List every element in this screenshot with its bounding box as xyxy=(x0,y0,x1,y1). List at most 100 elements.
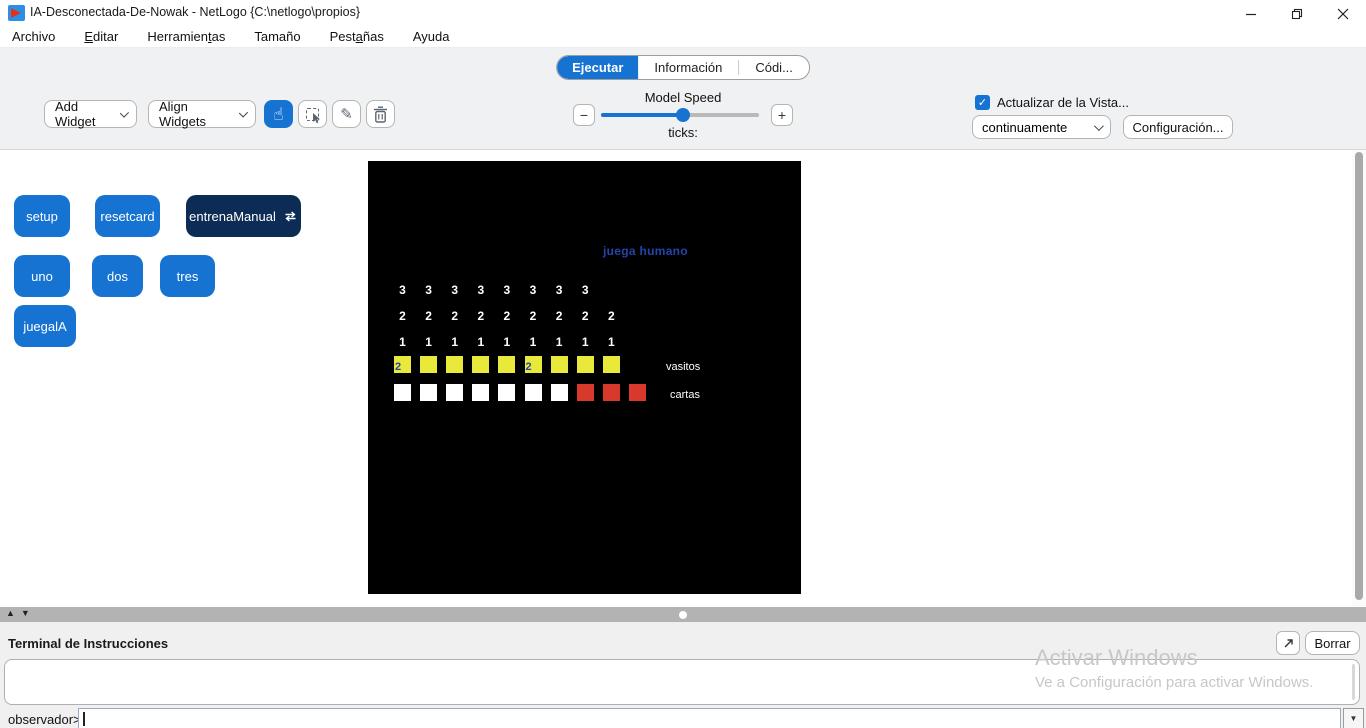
view-number-row-3: 3 xyxy=(582,283,589,297)
clear-terminal-button[interactable]: Borrar xyxy=(1305,631,1360,655)
menu-pestaas[interactable]: Pestañas xyxy=(330,29,384,44)
trash-icon xyxy=(373,106,388,123)
add-widget-dropdown[interactable]: Add Widget xyxy=(44,100,137,128)
scrollbar-thumb[interactable] xyxy=(1355,152,1363,600)
restore-button[interactable] xyxy=(1274,0,1320,28)
menu-herramientas[interactable]: Herramientas xyxy=(147,29,225,44)
menu-tamao[interactable]: Tamaño xyxy=(254,29,300,44)
view-number-row-3: 3 xyxy=(425,283,432,297)
view-number-row-2: 2 xyxy=(425,309,432,323)
view-updates-toggle[interactable]: ✓ Actualizar de la Vista... xyxy=(975,95,1129,110)
view-number-row-3: 3 xyxy=(451,283,458,297)
cartas-cell xyxy=(420,384,437,401)
terminal-splitter[interactable]: ▲▼ xyxy=(0,607,1366,622)
cartas-cell xyxy=(603,384,620,401)
menubar: Archivo Editar Herramientas Tamaño Pestañas A… xyxy=(0,26,1366,48)
terminal-title: Terminal de Instrucciones xyxy=(8,636,168,651)
export-output-button[interactable] xyxy=(1276,631,1300,655)
align-widgets-dropdown[interactable]: Align Widgets xyxy=(148,100,256,128)
view-number-row-3: 3 xyxy=(530,283,537,297)
cartas-cell xyxy=(394,384,411,401)
minimize-button[interactable] xyxy=(1228,0,1274,28)
cartas-cell xyxy=(472,384,489,401)
export-arrow-icon xyxy=(1282,637,1295,650)
caret-down-icon: ▼ xyxy=(1350,714,1358,723)
vasitos-cell xyxy=(472,356,489,373)
minimize-icon xyxy=(1245,8,1257,20)
view-number-row-2: 2 xyxy=(582,309,589,323)
model-speed-slider[interactable] xyxy=(601,113,759,117)
update-mode-value: continuamente xyxy=(982,120,1067,135)
cartas-cell xyxy=(577,384,594,401)
dos-button[interactable]: dos xyxy=(92,255,143,297)
text-caret xyxy=(83,712,85,726)
menu-ayuda[interactable]: Ayuda xyxy=(413,29,450,44)
command-history-button[interactable]: ▼ xyxy=(1343,708,1364,728)
setup-button[interactable]: setup xyxy=(14,195,70,237)
tres-button[interactable]: tres xyxy=(160,255,215,297)
terminal-output-area[interactable] xyxy=(4,659,1360,705)
select-tool-button[interactable] xyxy=(298,100,327,128)
pencil-icon: ✎ xyxy=(340,105,353,123)
menu-archivo[interactable]: Archivo xyxy=(12,29,55,44)
view-number-row-2: 2 xyxy=(556,309,563,323)
resetcard-button[interactable]: resetcard xyxy=(95,195,160,237)
world-view-canvas[interactable]: juega humano vasitos cartas 333333332222… xyxy=(368,161,801,594)
entrenamanual-label: entrenaManual xyxy=(189,209,276,224)
vasitos-cell: 2 xyxy=(525,356,542,373)
update-mode-dropdown[interactable]: continuamente xyxy=(972,115,1111,139)
view-number-row-2: 2 xyxy=(451,309,458,323)
forever-loop-icon xyxy=(283,210,298,223)
speed-plus-button[interactable]: + xyxy=(771,104,793,126)
menu-editar[interactable]: Editar xyxy=(84,29,118,44)
cartas-label: cartas xyxy=(670,389,700,401)
view-number-row-1: 1 xyxy=(477,335,484,349)
entrenamanual-forever-button[interactable]: entrenaManual xyxy=(186,195,301,237)
netlogo-arrow-icon xyxy=(11,8,21,18)
vasitos-cell xyxy=(446,356,463,373)
interact-tool-button[interactable]: ☝ xyxy=(264,100,293,128)
chevron-down-icon xyxy=(120,108,129,117)
tab-informacin[interactable]: Información xyxy=(638,56,738,79)
tab-cdi[interactable]: Códi... xyxy=(739,56,809,79)
chevron-down-icon xyxy=(239,108,248,117)
window-controls xyxy=(1228,0,1366,28)
juegala-button[interactable]: juegalA xyxy=(14,305,76,347)
vasitos-cell xyxy=(551,356,568,373)
view-number-row-3: 3 xyxy=(556,283,563,297)
view-number-row-2: 2 xyxy=(477,309,484,323)
output-scrollbar[interactable] xyxy=(1352,664,1355,700)
netlogo-app-icon xyxy=(8,5,25,21)
tab-ejecutar[interactable]: Ejecutar xyxy=(557,56,638,79)
ticks-label: ticks: xyxy=(601,125,765,140)
view-number-row-1: 1 xyxy=(451,335,458,349)
delete-tool-button[interactable] xyxy=(366,100,395,128)
view-caption: juega humano xyxy=(603,244,688,258)
vertical-scrollbar[interactable] xyxy=(1352,150,1366,607)
slider-thumb[interactable] xyxy=(676,108,690,122)
align-widgets-label: Align Widgets xyxy=(159,99,229,129)
workspace: setup resetcard entrenaManual uno dos tr… xyxy=(0,150,1366,607)
edit-tool-button[interactable]: ✎ xyxy=(332,100,361,128)
checkbox-checked-icon[interactable]: ✓ xyxy=(975,95,990,110)
settings-button[interactable]: Configuración... xyxy=(1123,115,1233,139)
close-button[interactable] xyxy=(1320,0,1366,28)
command-input[interactable] xyxy=(78,708,1341,728)
vasitos-mark: 2 xyxy=(526,361,532,373)
hand-pointer-icon: ☝ xyxy=(273,106,283,123)
splitter-handle[interactable] xyxy=(679,611,687,619)
add-widget-label: Add Widget xyxy=(55,99,110,129)
model-speed-label: Model Speed xyxy=(601,90,765,105)
cartas-cell xyxy=(525,384,542,401)
vasitos-label: vasitos xyxy=(666,361,700,373)
splitter-arrows-icon[interactable]: ▲▼ xyxy=(6,608,36,618)
uno-button[interactable]: uno xyxy=(14,255,70,297)
vasitos-cell: 2 xyxy=(394,356,411,373)
observer-prompt-label: observador> xyxy=(8,712,81,727)
vasitos-cell xyxy=(498,356,515,373)
view-updates-label: Actualizar de la Vista... xyxy=(997,95,1129,110)
view-number-row-1: 1 xyxy=(504,335,511,349)
tab-bar: EjecutarInformaciónCódi... xyxy=(556,55,810,80)
cartas-cell xyxy=(629,384,646,401)
speed-minus-button[interactable]: − xyxy=(573,104,595,126)
